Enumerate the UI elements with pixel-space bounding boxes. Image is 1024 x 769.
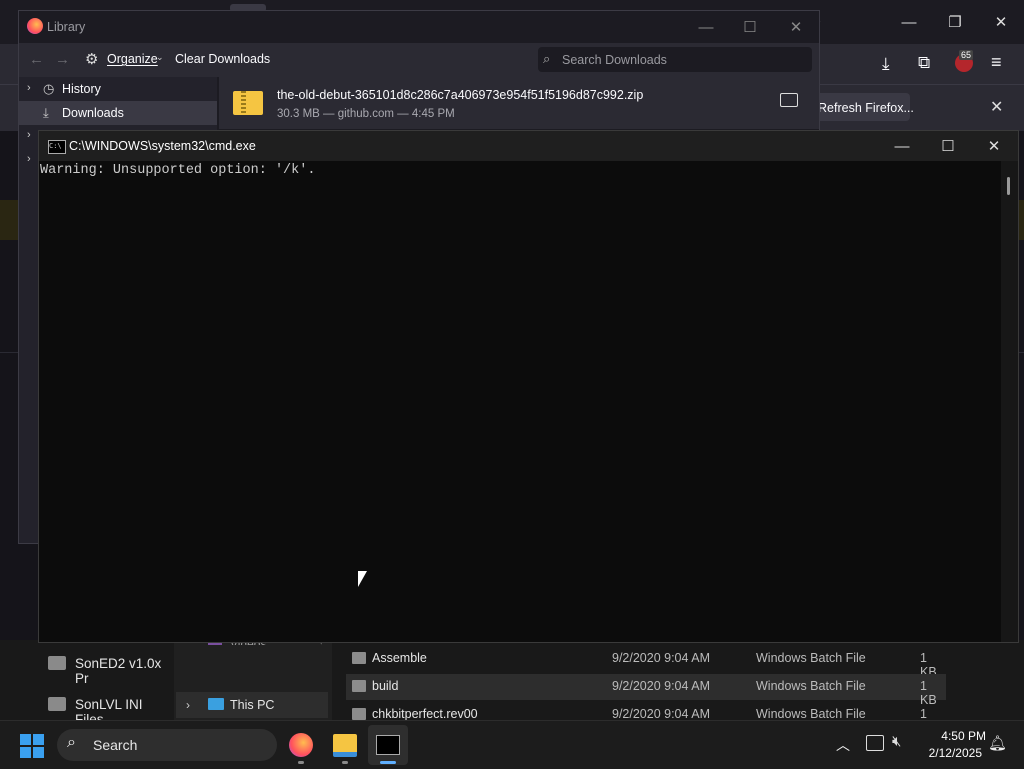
file-name: Assemble xyxy=(372,651,427,665)
file-name: build xyxy=(372,679,399,693)
show-in-folder-icon[interactable] xyxy=(780,93,798,107)
cmd-minimize-button[interactable]: — xyxy=(879,130,925,162)
taskbar-file-explorer-app[interactable] xyxy=(325,725,365,765)
firefox-restore-button[interactable]: ❐ xyxy=(932,6,978,38)
file-type: Windows Batch File xyxy=(756,679,866,693)
taskbar-search-label: Search xyxy=(93,737,138,753)
folder-icon xyxy=(48,656,66,670)
batch-file-icon xyxy=(352,652,366,664)
downloads-icon: ⤓ xyxy=(43,105,49,120)
sidebar-item-downloads-label: Downloads xyxy=(62,106,124,120)
batch-file-icon xyxy=(352,708,366,720)
chevron-up-icon[interactable]: ︿ xyxy=(836,735,850,755)
library-minimize-button[interactable]: — xyxy=(683,11,729,43)
start-windows-icon[interactable] xyxy=(20,734,44,758)
library-title: Library xyxy=(47,20,86,34)
extensions-icon[interactable]: ⧉ xyxy=(918,53,930,73)
firefox-close-button[interactable]: ✕ xyxy=(978,6,1024,38)
zip-folder-icon xyxy=(233,91,263,115)
cmd-window: C:\ C:\WINDOWS\system32\cmd.exe — ☐ ✕ Wa… xyxy=(38,130,1019,643)
folder-icon xyxy=(48,697,66,711)
terminal-icon xyxy=(376,735,400,755)
refresh-firefox-label: Refresh Firefox... xyxy=(818,101,914,115)
file-type: Windows Batch File xyxy=(756,651,866,665)
clock-time[interactable]: 4:50 PM xyxy=(920,729,986,743)
expand-chevron-icon[interactable]: › xyxy=(186,698,190,712)
cmd-console-output[interactable]: Warning: Unsupported option: '/k'. xyxy=(39,161,1001,642)
file-size: 1 KB xyxy=(920,707,927,720)
firefox-logo-icon xyxy=(27,18,43,34)
file-date: 9/2/2020 9:04 AM xyxy=(612,651,710,665)
taskbar-search-box[interactable] xyxy=(57,729,277,761)
expand-chevron-icon[interactable]: › xyxy=(27,82,31,94)
gear-icon[interactable]: ⚙ xyxy=(85,50,98,68)
file-row[interactable]: chkbitperfect.rev00 9/2/2020 9:04 AM Win… xyxy=(346,702,946,720)
explorer-folder-pane: SonED2 v1.0x Pr SonLVL INI Files xyxy=(0,640,174,727)
cmd-title: C:\WINDOWS\system32\cmd.exe xyxy=(69,139,256,153)
cmd-scrollbar-thumb[interactable] xyxy=(1007,177,1010,195)
organize-button[interactable]: Organize xyxy=(107,52,158,66)
folder-item-soned2[interactable]: SonED2 v1.0x Pr xyxy=(75,656,174,686)
cmd-maximize-button[interactable]: ☐ xyxy=(925,130,971,162)
forward-arrow-icon[interactable]: → xyxy=(55,51,70,68)
running-indicator xyxy=(342,761,348,764)
notification-close-icon[interactable]: ✕ xyxy=(990,97,1003,117)
file-explorer-icon xyxy=(333,733,357,757)
zipper-icon xyxy=(241,91,246,115)
chevron-down-icon: ⌄ xyxy=(156,52,164,62)
library-toolbar: ← → ⚙ Organize ⌄ Clear Downloads ⌕ Searc… xyxy=(19,43,819,77)
library-close-button[interactable]: ✕ xyxy=(773,11,819,43)
search-placeholder: Search Downloads xyxy=(562,53,667,67)
taskbar-cmd-app[interactable] xyxy=(368,725,408,765)
library-maximize-button[interactable]: ☐ xyxy=(727,11,773,43)
search-icon: ⌕ xyxy=(543,51,551,66)
file-row[interactable]: build 9/2/2020 9:04 AM Windows Batch Fil… xyxy=(346,674,946,707)
download-item[interactable] xyxy=(219,77,819,129)
volume-muted-icon[interactable]: 🔇︎ xyxy=(892,733,901,750)
network-icon[interactable] xyxy=(866,735,884,751)
download-filename: the-old-debut-365101d8c286c7a406973e954f… xyxy=(277,88,644,102)
clock-date[interactable]: 2/12/2025 xyxy=(920,746,982,760)
cmd-scrollbar[interactable] xyxy=(1001,161,1018,642)
expand-chevron-icon[interactable]: › xyxy=(27,129,31,141)
taskbar-firefox-app[interactable] xyxy=(281,725,321,765)
back-arrow-icon[interactable]: ← xyxy=(29,51,44,68)
menu-icon[interactable]: ≡ xyxy=(991,52,1002,73)
file-name: chkbitperfect.rev00 xyxy=(372,707,478,720)
explorer-nav-pane: Videos ✦ › This PC xyxy=(174,637,332,720)
file-row[interactable]: Assemble 9/2/2020 9:04 AM Windows Batch … xyxy=(346,646,946,679)
sidebar-item-history-label: History xyxy=(62,82,101,96)
cmd-close-button[interactable]: ✕ xyxy=(971,130,1017,162)
download-meta: 30.3 MB — github.com — 4:45 PM xyxy=(277,108,455,120)
notification-bell-icon[interactable]: 🔔︎ xyxy=(988,734,1007,752)
batch-file-icon xyxy=(352,680,366,692)
history-clock-icon: ◷ xyxy=(43,81,55,96)
running-indicator xyxy=(298,761,304,764)
cmd-app-icon: C:\ xyxy=(48,140,66,154)
ublock-badge: 65 xyxy=(959,50,974,60)
search-icon: ⌕ xyxy=(67,734,76,751)
file-date: 9/2/2020 9:04 AM xyxy=(612,707,710,720)
file-type: Windows Batch File xyxy=(756,707,866,720)
mouse-cursor-icon xyxy=(358,571,367,587)
active-indicator xyxy=(380,761,396,764)
downloads-icon[interactable]: ⤓ xyxy=(882,54,890,74)
expand-chevron-icon[interactable]: › xyxy=(27,153,31,165)
clear-downloads-button[interactable]: Clear Downloads xyxy=(175,52,270,66)
firefox-logo-icon xyxy=(289,733,313,757)
file-date: 9/2/2020 9:04 AM xyxy=(612,679,710,693)
this-pc-icon xyxy=(208,698,224,710)
firefox-minimize-button[interactable]: — xyxy=(886,6,932,38)
taskbar: ⌕ Search ︿ 🔇︎ 4:50 PM 2/12/2025 🔔︎ xyxy=(0,720,1024,769)
nav-this-pc-label: This PC xyxy=(230,698,275,712)
library-titlebar[interactable]: Library — ☐ ✕ xyxy=(19,11,819,43)
cmd-titlebar[interactable]: C:\ C:\WINDOWS\system32\cmd.exe — ☐ ✕ xyxy=(39,131,1018,161)
